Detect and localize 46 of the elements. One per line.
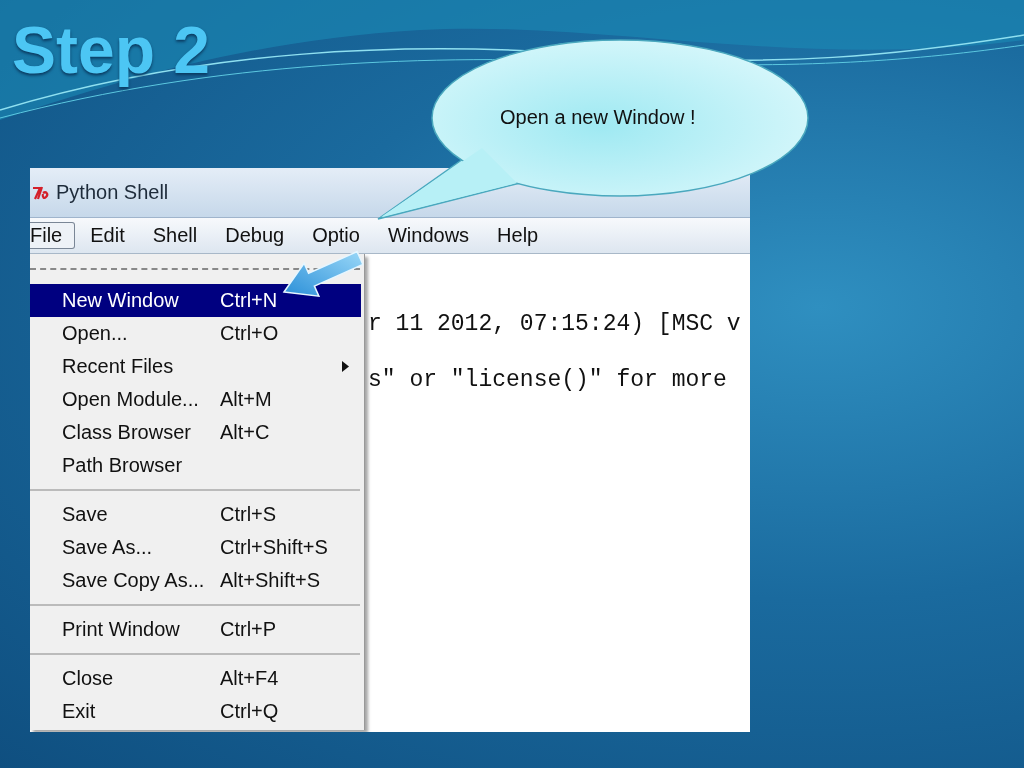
menu-item[interactable]: Save As... Ctrl+Shift+S (30, 531, 361, 564)
menu-item[interactable]: Path Browser (30, 449, 361, 482)
menu-bar-item[interactable]: Optio (299, 222, 373, 249)
menu-item[interactable]: Save Copy As... Alt+Shift+S (30, 564, 361, 597)
shortcut-text: Ctrl+Shift+S (220, 536, 328, 559)
menu-item-label: Print Window (62, 618, 181, 641)
menu-bar-item[interactable]: Help (484, 222, 552, 249)
menu-item[interactable]: Open Module... Alt+M (30, 383, 361, 416)
menu-item-label: Close (62, 667, 115, 690)
menu-item[interactable]: Close Alt+F4 (30, 662, 361, 695)
console-line: r 11 2012, 07:15:24) [MSC v (368, 310, 742, 338)
menu-item-label: Path Browser (62, 454, 184, 477)
menu-item[interactable]: Exit Ctrl+Q (30, 695, 361, 728)
console-line: s" or "license()" for more (368, 366, 728, 394)
menu-bar-item[interactable]: Shell (139, 222, 211, 249)
shortcut-text: Alt+C (220, 421, 270, 444)
shortcut-text: Ctrl+Q (220, 700, 279, 723)
menu-item[interactable]: Save Ctrl+S (30, 498, 361, 531)
menu-item[interactable]: Print Window Ctrl+P (30, 613, 361, 646)
menu-item-label: Save Copy As... (62, 569, 206, 592)
menu-item-label: Exit (62, 700, 97, 723)
shortcut-text: Alt+M (220, 388, 272, 411)
menu-bar-item[interactable]: File (30, 222, 76, 249)
shortcut-text: Ctrl+S (220, 503, 277, 526)
menu-bar-item[interactable]: Debug (212, 222, 298, 249)
menu-bar-item[interactable]: Edit (77, 222, 138, 249)
app-icon (32, 184, 50, 201)
shortcut-text: Alt+F4 (220, 667, 279, 690)
menu-item-label: New Window (62, 289, 180, 312)
menu-bar-item[interactable]: Windows (374, 222, 483, 249)
menu-item-label: Open Module... (62, 388, 200, 411)
menu-item-label: Open... (62, 322, 129, 345)
menu-item[interactable]: Recent Files (30, 350, 361, 383)
shortcut-text: Ctrl+P (220, 618, 277, 641)
shortcut-text: Alt+Shift+S (220, 569, 321, 592)
shortcut-text: Ctrl+O (220, 322, 279, 345)
menu-item-label: Save (62, 503, 109, 526)
shortcut-text: Ctrl+N (220, 289, 278, 312)
menu-item[interactable]: New Window Ctrl+N (30, 284, 361, 317)
callout-text: Open a new Window ! (500, 106, 696, 129)
menu-item-label: Save As... (62, 536, 154, 559)
menu-item-label: Recent Files (62, 355, 175, 378)
menu-item[interactable]: Class Browser Alt+C (30, 416, 361, 449)
menu-item-label: Class Browser (62, 421, 192, 444)
window-title: Python Shell (56, 181, 169, 204)
menu-item[interactable]: Open... Ctrl+O (30, 317, 361, 350)
